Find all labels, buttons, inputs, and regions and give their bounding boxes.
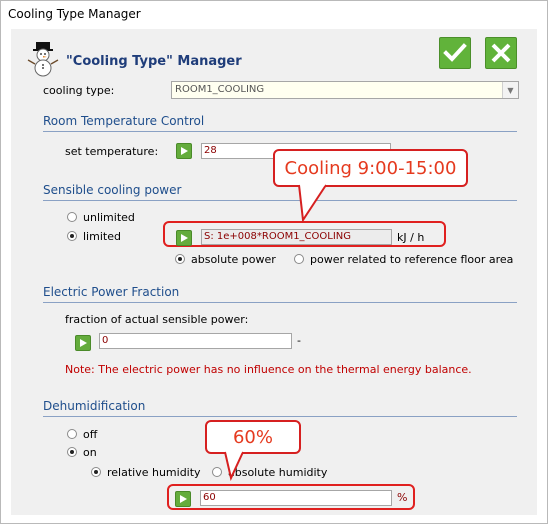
humidity-callout-pointer-icon <box>224 451 244 481</box>
cooling-type-label: cooling type: <box>43 84 115 97</box>
dehum-on-label: on <box>83 446 97 459</box>
title-bar: Cooling Type Manager <box>1 1 547 28</box>
dropdown-arrow-icon[interactable]: ▼ <box>502 82 518 98</box>
humidity-callout: 60% <box>205 420 301 454</box>
limited-label: limited <box>83 230 121 243</box>
close-icon <box>491 43 511 63</box>
play-icon <box>180 495 187 503</box>
electric-note: Note: The electric power has no influenc… <box>65 363 472 376</box>
dehum-on-radio[interactable] <box>67 447 77 457</box>
cooling-type-select[interactable]: ROOM1_COOLING ▼ <box>171 81 519 99</box>
sensible-divider <box>43 200 517 201</box>
fraction-unit: - <box>297 334 301 347</box>
sensible-power-input[interactable]: S: 1e+008*ROOM1_COOLING <box>201 229 392 245</box>
dehum-off-radio[interactable] <box>67 429 77 439</box>
room-temp-section-title: Room Temperature Control <box>43 114 205 128</box>
cancel-button[interactable] <box>485 37 517 69</box>
dehum-off-label: off <box>83 428 98 441</box>
absolute-power-radio[interactable] <box>175 254 185 264</box>
unlimited-label: unlimited <box>83 211 135 224</box>
humidity-value: 60 <box>203 492 216 503</box>
limited-radio[interactable] <box>67 231 77 241</box>
ok-button[interactable] <box>439 37 471 69</box>
cooling-type-value: ROOM1_COOLING <box>175 84 265 95</box>
dialog-content: "Cooling Type" Manager cooling type: ROO… <box>11 29 537 515</box>
sensible-power-play-button[interactable] <box>176 230 192 246</box>
relative-humidity-radio[interactable] <box>91 467 101 477</box>
set-temperature-play-button[interactable] <box>176 143 192 159</box>
power-related-label: power related to reference floor area <box>310 253 514 266</box>
sensible-power-unit: kJ / h <box>397 231 425 244</box>
humidity-play-button[interactable] <box>175 491 191 507</box>
snowman-icon <box>25 41 61 77</box>
cooling-schedule-callout: Cooling 9:00-15:00 <box>273 149 468 187</box>
relative-humidity-label: relative humidity <box>107 466 201 479</box>
dehum-divider <box>43 416 517 417</box>
humidity-unit: % <box>397 491 408 504</box>
cooling-type-manager-window: Cooling Type Manager "Cooling Type" Mana… <box>0 0 548 524</box>
play-icon <box>181 234 188 242</box>
absolute-power-label: absolute power <box>191 253 276 266</box>
fraction-label: fraction of actual sensible power: <box>65 313 249 326</box>
window-title: Cooling Type Manager <box>8 7 141 21</box>
play-icon <box>80 339 87 347</box>
fraction-play-button[interactable] <box>75 335 91 351</box>
play-icon <box>181 147 188 155</box>
check-icon <box>443 43 467 62</box>
humidity-input[interactable]: 60 <box>200 490 392 506</box>
electric-divider <box>43 302 517 303</box>
set-temperature-label: set temperature: <box>65 145 159 158</box>
sensible-section-title: Sensible cooling power <box>43 183 182 197</box>
room-temp-divider <box>43 131 517 132</box>
set-temperature-value: 28 <box>204 145 217 156</box>
fraction-value: 0 <box>102 335 109 346</box>
unlimited-radio[interactable] <box>67 212 77 222</box>
sensible-power-value: S: 1e+008*ROOM1_COOLING <box>204 231 352 242</box>
dialog-header-title: "Cooling Type" Manager <box>66 54 242 69</box>
dehum-section-title: Dehumidification <box>43 399 146 413</box>
cooling-callout-pointer-icon <box>298 184 327 223</box>
fraction-input[interactable]: 0 <box>99 333 292 349</box>
power-related-radio[interactable] <box>294 254 304 264</box>
electric-section-title: Electric Power Fraction <box>43 285 180 299</box>
